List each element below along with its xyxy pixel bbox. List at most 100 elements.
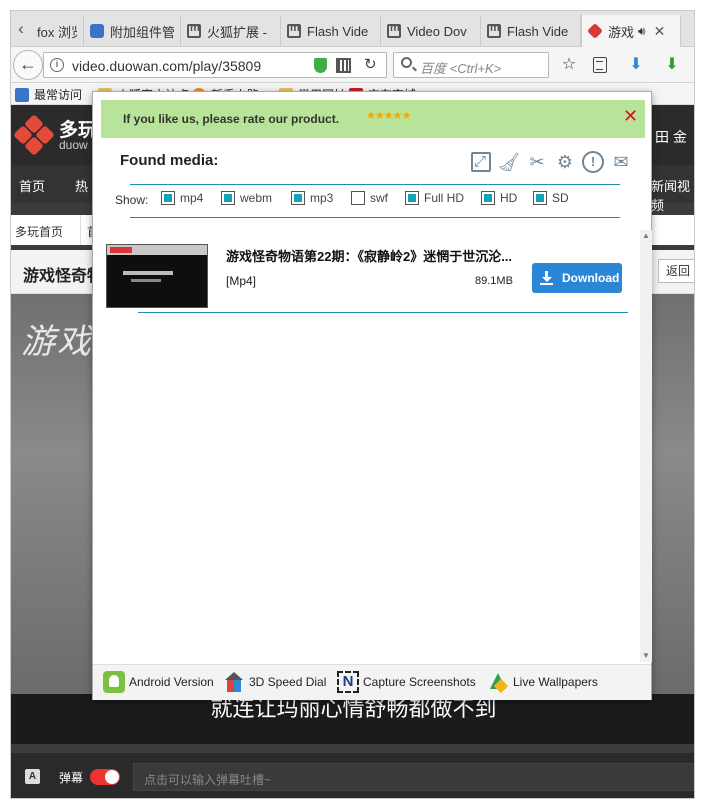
footer-label: Capture Screenshots [363, 675, 476, 689]
filter-label: swf [370, 191, 388, 205]
search-bar[interactable]: 百度 <Ctrl+K> [393, 52, 549, 78]
tab-flash-video-1[interactable]: Flash Vide [281, 15, 381, 47]
tab-firefox-extensions[interactable]: 火狐扩展 - [181, 15, 281, 47]
reader-list-icon[interactable] [589, 54, 611, 76]
url-text[interactable]: video.duowan.com/play/35809 [72, 58, 267, 74]
url-bar[interactable]: i video.duowan.com/play/35809 ↻ [43, 52, 387, 78]
tab-title: Flash Vide [507, 23, 569, 39]
video-overlay-text: 游戏 [21, 322, 93, 362]
m-icon [287, 22, 301, 38]
return-button[interactable]: 返回 [658, 259, 694, 283]
footer-live-wallpapers[interactable]: Live Wallpapers [487, 671, 598, 693]
info-icon[interactable]: i [50, 58, 64, 72]
site-nav-hot[interactable]: 热 [75, 176, 88, 195]
item-divider [138, 312, 628, 313]
show-label: Show: [115, 193, 149, 207]
search-icon [401, 57, 412, 68]
footer-capture-screenshots[interactable]: N Capture Screenshots [337, 671, 476, 693]
footer-label: 3D Speed Dial [249, 675, 327, 689]
download-arrow-icon[interactable]: ⬇ [625, 54, 647, 76]
green-download-icon[interactable]: ⬇ [661, 54, 683, 76]
danmaku-input[interactable]: 点击可以输入弹幕吐槽~ [133, 763, 694, 791]
checkbox[interactable] [161, 191, 175, 205]
filter-mp4[interactable]: mp4 [161, 191, 203, 205]
bookmark-icon [15, 87, 29, 102]
format-filter-row: Show: mp4 webm mp3 swf Full HD HD SD [115, 190, 635, 210]
filter-mp3[interactable]: mp3 [291, 191, 333, 205]
danmaku-toggle[interactable] [90, 769, 120, 785]
m-icon [387, 22, 401, 38]
site-nav-home[interactable]: 首页 [19, 176, 45, 195]
filter-label: mp4 [180, 191, 204, 205]
filter-full-hd[interactable]: Full HD [405, 191, 464, 205]
rate-banner: If you like us, please rate our product.… [101, 100, 645, 138]
download-button[interactable]: Download [532, 263, 622, 293]
speaker-icon[interactable]: 🔊︎ [638, 24, 646, 39]
checkbox[interactable] [405, 191, 419, 205]
tab-video-downloader[interactable]: Video Dov [381, 15, 481, 47]
found-media-title: Found media: [120, 152, 219, 169]
divider [130, 184, 620, 185]
media-title: 游戏怪奇物语第22期：《寂静岭2》迷惘于世沉沦... [226, 249, 513, 264]
filter-hd[interactable]: HD [481, 191, 517, 205]
font-style-icon[interactable]: A [25, 769, 40, 784]
tools-icon[interactable]: ✂ [525, 150, 549, 174]
media-list[interactable]: 游戏怪奇物语第22期：《寂静岭2》迷惘于世沉沦... [Mp4] 89.1MB … [102, 230, 652, 662]
shield-icon[interactable] [314, 58, 327, 73]
tab-title: 游戏 [608, 24, 635, 40]
footer-label: Live Wallpapers [513, 675, 598, 689]
checkbox[interactable] [481, 191, 495, 205]
scroll-down-icon[interactable]: ▼ [640, 650, 652, 662]
footer-3d-speed-dial[interactable]: 3D Speed Dial [223, 671, 326, 693]
breadcrumb-home[interactable]: 多玩首页 [15, 223, 63, 240]
tab-firefox[interactable]: fox 浏览 [31, 15, 84, 47]
filter-webm[interactable]: webm [221, 191, 272, 205]
site-header-right[interactable]: 田 金 [655, 127, 687, 147]
footer-android-version[interactable]: Android Version [103, 671, 214, 693]
checkbox[interactable] [351, 191, 365, 205]
rating-stars-icon[interactable]: ★★★★★ [366, 109, 411, 122]
scrollbar[interactable]: ▲ ▼ [640, 230, 652, 662]
exclamation-icon[interactable]: ! [582, 151, 604, 173]
filter-swf[interactable]: swf [351, 191, 388, 205]
subtitle-bar: 就连让玛丽心情舒畅都做不到 [11, 694, 694, 744]
tab-title: Flash Vide [307, 23, 369, 39]
duowan-icon [587, 23, 603, 39]
expand-icon[interactable] [471, 150, 491, 174]
checkbox[interactable] [291, 191, 305, 205]
media-size: 89.1MB [475, 275, 513, 287]
list-item: 游戏怪奇物语第22期：《寂静岭2》迷惘于世沉沦... [Mp4] 89.1MB … [106, 232, 631, 312]
tab-title: 附加组件管 [110, 24, 174, 40]
qr-code-icon[interactable] [336, 58, 351, 73]
tab-scroll-left-icon[interactable]: ‹ [11, 19, 31, 41]
duowan-logo-icon[interactable] [13, 114, 55, 156]
broom-icon[interactable]: 🧹︎ [497, 150, 521, 174]
scroll-up-icon[interactable]: ▲ [640, 230, 652, 242]
tab-title: Video Dov [407, 23, 467, 39]
video-downloader-popup: If you like us, please rate our product.… [92, 91, 652, 700]
browser-window: ‹ fox 浏览 附加组件管 火狐扩展 - Flash Vide Video D… [10, 10, 695, 799]
back-arrow-icon[interactable]: ← [13, 50, 43, 80]
toolbar-icons: 🧹︎ ✂ ⚙ ! ✉ [469, 150, 633, 176]
video-thumbnail[interactable] [106, 244, 208, 308]
reload-icon[interactable]: ↻ [364, 55, 377, 73]
tab-active-video[interactable]: 游戏 🔊︎ ✕ [581, 15, 681, 47]
site-nav-right[interactable]: 新闻视频 [651, 176, 694, 214]
danmaku-placeholder: 点击可以输入弹幕吐槽~ [144, 773, 272, 787]
filter-label: SD [552, 191, 569, 205]
mail-icon[interactable]: ✉ [609, 150, 633, 174]
checkbox[interactable] [221, 191, 235, 205]
close-banner-icon[interactable]: ✕ [623, 106, 638, 127]
bookmark-most-visited[interactable]: 最常访问 [15, 86, 82, 103]
star-icon[interactable]: ☆ [558, 54, 580, 76]
rate-text[interactable]: If you like us, please rate our product. [123, 112, 339, 126]
filter-label: HD [500, 191, 518, 205]
tab-addons[interactable]: 附加组件管 [84, 15, 181, 47]
close-tab-icon[interactable]: ✕ [654, 23, 666, 40]
gear-icon[interactable]: ⚙ [553, 150, 577, 174]
tab-flash-video-2[interactable]: Flash Vide [481, 15, 581, 47]
filter-sd[interactable]: SD [533, 191, 569, 205]
m-icon [487, 22, 501, 38]
checkbox[interactable] [533, 191, 547, 205]
nav-bar: ← i video.duowan.com/play/35809 ↻ 百度 <Ct… [11, 47, 694, 83]
